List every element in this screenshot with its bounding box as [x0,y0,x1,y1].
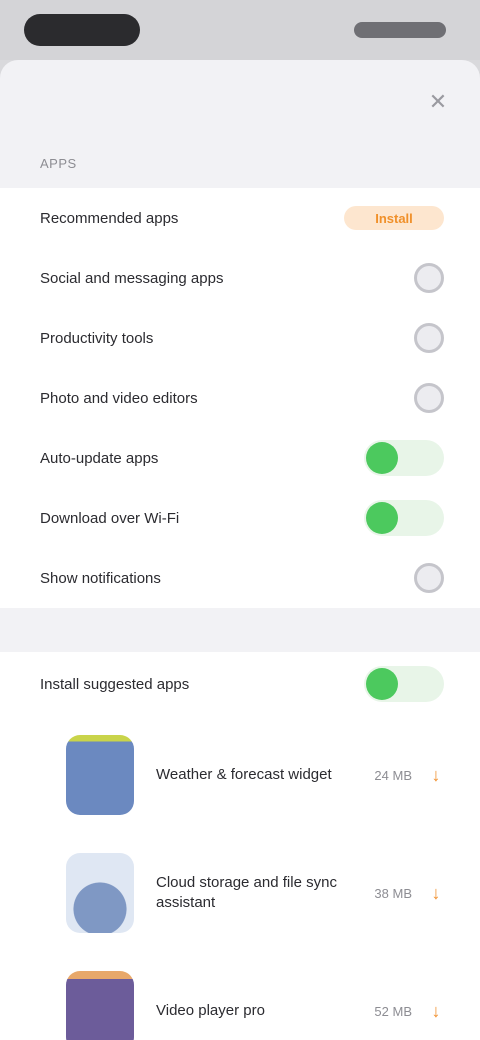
row-label: Recommended apps [40,209,179,227]
app-size: 24 MB [374,767,412,783]
app-item[interactable]: Cloud storage and file sync assistant 38… [0,834,480,952]
app-name: Cloud storage and file sync assistant [156,874,337,911]
install-badge[interactable]: Install [344,206,444,230]
download-arrow-icon[interactable]: ↓ [428,1001,444,1022]
app-icon [66,853,134,933]
auto-update-toggle[interactable] [364,440,444,476]
app-icon [66,735,134,815]
sheet-header: ✕ [0,60,480,156]
select-checkbox[interactable] [414,323,444,353]
row-photo-video[interactable]: Photo and video editors [0,368,480,428]
apps-group: Install suggested apps Weather & forecas… [0,652,480,1040]
app-size: 52 MB [374,1003,412,1019]
row-notifications[interactable]: Show notifications [0,548,480,608]
download-arrow-icon[interactable]: ↓ [428,883,444,904]
row-label: Install suggested apps [40,675,190,693]
row-productivity[interactable]: Productivity tools [0,308,480,368]
app-item[interactable]: Weather & forecast widget 24 MB ↓ [0,716,480,834]
row-recommended-apps[interactable]: Recommended apps Install [0,188,480,248]
row-auto-update[interactable]: Auto-update apps [0,428,480,488]
row-social-apps[interactable]: Social and messaging apps [0,248,480,308]
row-label: Show notifications [40,569,161,587]
toggle-knob [366,668,398,700]
row-label: Photo and video editors [40,389,198,407]
close-button[interactable]: ✕ [424,88,452,116]
section-label: Apps [40,156,77,171]
status-bar-pill [24,14,140,46]
row-label: Auto-update apps [40,449,159,467]
options-group: Recommended apps Install Social and mess… [0,188,480,608]
row-label: Productivity tools [40,329,154,347]
select-checkbox[interactable] [414,263,444,293]
app-name: Video player pro [156,1002,265,1019]
install-suggested-toggle[interactable] [364,666,444,702]
app-name: Weather & forecast widget [156,766,332,783]
select-checkbox[interactable] [414,383,444,413]
settings-sheet: ✕ Apps Recommended apps Install Social a… [0,60,480,1040]
app-item[interactable]: Video player pro 52 MB ↓ [0,952,480,1040]
toggle-knob [366,502,398,534]
row-wifi-download[interactable]: Download over Wi-Fi [0,488,480,548]
wifi-download-toggle[interactable] [364,500,444,536]
status-indicators [354,22,446,38]
status-bar [0,0,480,60]
row-label: Social and messaging apps [40,269,224,287]
row-label: Download over Wi-Fi [40,509,180,527]
app-icon [66,971,134,1040]
download-arrow-icon[interactable]: ↓ [428,765,444,786]
close-icon: ✕ [428,89,448,114]
row-install-suggested[interactable]: Install suggested apps [0,652,480,716]
select-checkbox[interactable] [414,563,444,593]
toggle-knob [366,442,398,474]
app-size: 38 MB [374,885,412,901]
